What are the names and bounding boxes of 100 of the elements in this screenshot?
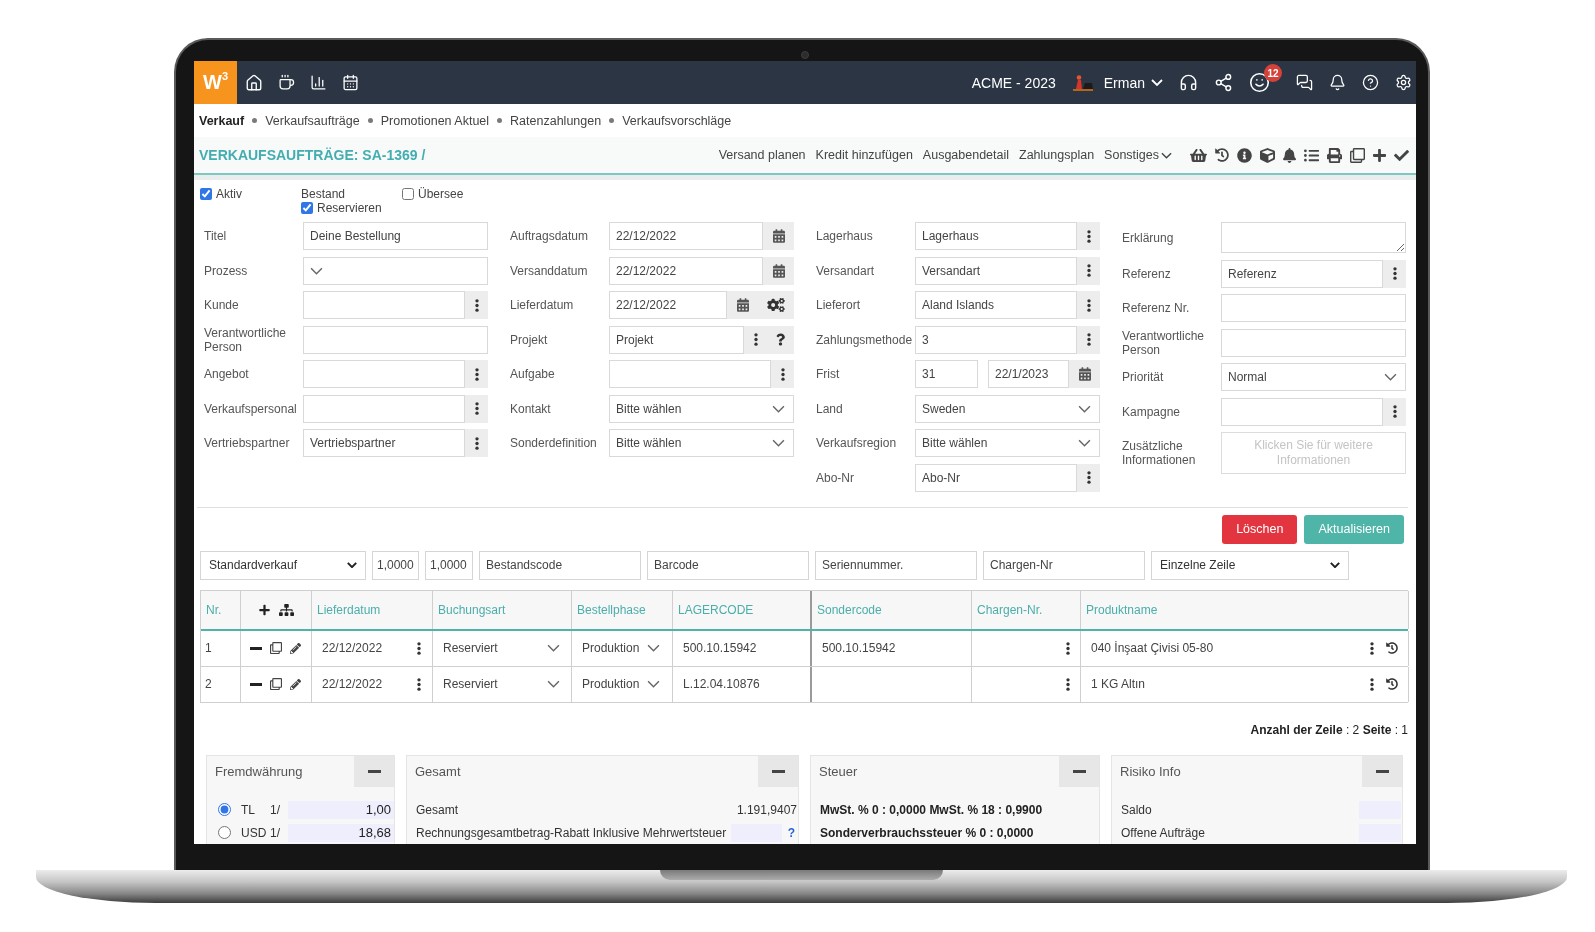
kebab-icon[interactable]	[417, 641, 421, 655]
collapse-button[interactable]	[1059, 755, 1099, 787]
check-icon[interactable]	[1394, 147, 1409, 163]
text-field[interactable]: Bestandscode	[479, 550, 641, 580]
breadcrumb-item[interactable]: Verkaufsaufträge	[265, 113, 360, 128]
number-field[interactable]: 1,0000	[425, 550, 473, 580]
more-button[interactable]	[744, 325, 767, 354]
user-menu-button[interactable]: Erman	[1103, 74, 1163, 91]
minus-icon[interactable]	[250, 646, 262, 650]
copy-icon[interactable]	[270, 642, 282, 654]
dropdown-field[interactable]: Sweden	[915, 394, 1100, 423]
kebab-icon[interactable]	[1370, 677, 1374, 691]
breadcrumb-item[interactable]: Ratenzahlungen	[510, 113, 602, 128]
plus-icon[interactable]	[1373, 147, 1386, 163]
more-button[interactable]	[465, 291, 488, 319]
dropdown-field[interactable]: Einzelne Zeile	[1151, 550, 1349, 580]
radio-button[interactable]	[218, 826, 231, 839]
toolbar-link[interactable]: Ausgabendetail	[922, 148, 1010, 162]
avatar-icon[interactable]	[1071, 73, 1094, 92]
toolbar-link[interactable]: Kredit hinzufügen	[815, 148, 913, 162]
calendar-button[interactable]	[727, 291, 758, 319]
dropdown-field[interactable]: Bitte wählen	[609, 394, 794, 423]
date-field[interactable]: 22/1/2023	[988, 360, 1069, 388]
company-label[interactable]: ACME - 2023	[971, 74, 1056, 91]
more-button[interactable]	[1077, 325, 1100, 354]
text-field[interactable]: Deine Bestellung	[303, 222, 488, 250]
dropdown-field[interactable]: Standardverkauf	[200, 550, 366, 580]
pencil-icon[interactable]	[290, 678, 301, 690]
menu-button[interactable]: Sonstiges	[1104, 148, 1172, 162]
text-field[interactable]	[1221, 294, 1406, 322]
text-field[interactable]	[609, 360, 771, 388]
text-field[interactable]: Abo-Nr	[915, 463, 1077, 492]
dropdown-field[interactable]: Bitte wählen	[609, 429, 794, 457]
dropdown-field[interactable]: Reserviert	[433, 666, 572, 702]
more-button[interactable]	[1077, 222, 1100, 250]
text-field[interactable]: Barcode	[647, 550, 809, 580]
kebab-icon[interactable]	[1066, 677, 1070, 691]
collapse-button[interactable]	[1362, 755, 1402, 787]
text-field[interactable]	[303, 394, 465, 423]
text-field[interactable]	[1221, 328, 1406, 357]
number-field[interactable]: 1,0000	[372, 550, 419, 580]
dropdown-field[interactable]: Bitte wählen	[915, 429, 1100, 457]
text-field[interactable]: Vertriebspartner	[303, 429, 465, 457]
bell-icon[interactable]	[1329, 74, 1346, 91]
more-button[interactable]	[465, 360, 488, 388]
more-button[interactable]	[1383, 259, 1406, 288]
settings-button[interactable]	[758, 291, 794, 319]
text-field[interactable]: Aland Islands	[915, 291, 1077, 319]
calendar-button[interactable]	[763, 256, 794, 285]
cube-icon[interactable]	[1260, 147, 1275, 163]
date-field[interactable]: 22/12/2022	[609, 222, 763, 250]
kebab-icon[interactable]	[1066, 641, 1070, 655]
basket-icon[interactable]	[1190, 147, 1207, 163]
radio-button[interactable]	[218, 803, 231, 816]
dropdown-field[interactable]: Normal	[1221, 363, 1406, 391]
calendar-button[interactable]	[1069, 360, 1100, 388]
checkbox[interactable]	[200, 188, 212, 200]
text-field[interactable]	[1221, 397, 1383, 426]
headset-icon[interactable]	[1179, 73, 1198, 92]
checkbox-label[interactable]: Übersee	[418, 187, 464, 201]
bell-icon[interactable]	[1283, 147, 1296, 163]
print-icon[interactable]	[1327, 147, 1342, 163]
more-button[interactable]	[465, 394, 488, 423]
more-button[interactable]	[1077, 463, 1100, 492]
copy-icon[interactable]	[1350, 147, 1365, 163]
home-icon[interactable]	[245, 73, 263, 92]
history-icon[interactable]	[1386, 678, 1398, 690]
breadcrumb-item[interactable]: Promotionen Aktuel	[380, 113, 490, 128]
text-field[interactable]: 3	[915, 325, 1077, 354]
date-field[interactable]: 22/12/2022	[609, 291, 727, 319]
text-field[interactable]	[303, 325, 488, 354]
breadcrumb-item[interactable]: Verkauf	[199, 113, 245, 128]
text-field[interactable]	[303, 360, 465, 388]
toolbar-link[interactable]: Zahlungsplan	[1019, 148, 1095, 162]
help-icon[interactable]	[1362, 74, 1379, 91]
date-field[interactable]: 22/12/2022	[609, 256, 763, 285]
more-button[interactable]	[1383, 397, 1406, 426]
dropdown-field[interactable]: Reserviert	[433, 630, 572, 666]
checkbox[interactable]	[402, 188, 414, 200]
history-icon[interactable]	[1386, 642, 1398, 654]
coffee-cup-icon[interactable]	[278, 74, 295, 91]
rate-field[interactable]: 1,00	[288, 800, 394, 819]
history-icon[interactable]	[1215, 148, 1229, 162]
kebab-icon[interactable]	[417, 677, 421, 691]
more-button[interactable]	[1077, 291, 1100, 319]
text-field[interactable]	[303, 291, 465, 319]
smiley-icon[interactable]	[1249, 72, 1270, 93]
text-field[interactable]: Seriennummer.	[815, 550, 977, 580]
collapse-button[interactable]	[758, 755, 798, 787]
text-field[interactable]: Versandart	[915, 256, 1077, 285]
text-field[interactable]: Lagerhaus	[915, 222, 1077, 250]
bar-chart-icon[interactable]	[310, 74, 327, 91]
text-field[interactable]: Chargen-Nr	[983, 550, 1145, 580]
value-field[interactable]	[1359, 800, 1401, 819]
plus-icon[interactable]	[259, 603, 270, 616]
kebab-icon[interactable]	[1370, 641, 1374, 655]
settings-icon[interactable]	[1395, 74, 1412, 91]
dropdown-field[interactable]: Produktion	[572, 666, 673, 702]
sitemap-icon[interactable]	[279, 603, 294, 616]
calendar-button[interactable]	[763, 222, 794, 250]
